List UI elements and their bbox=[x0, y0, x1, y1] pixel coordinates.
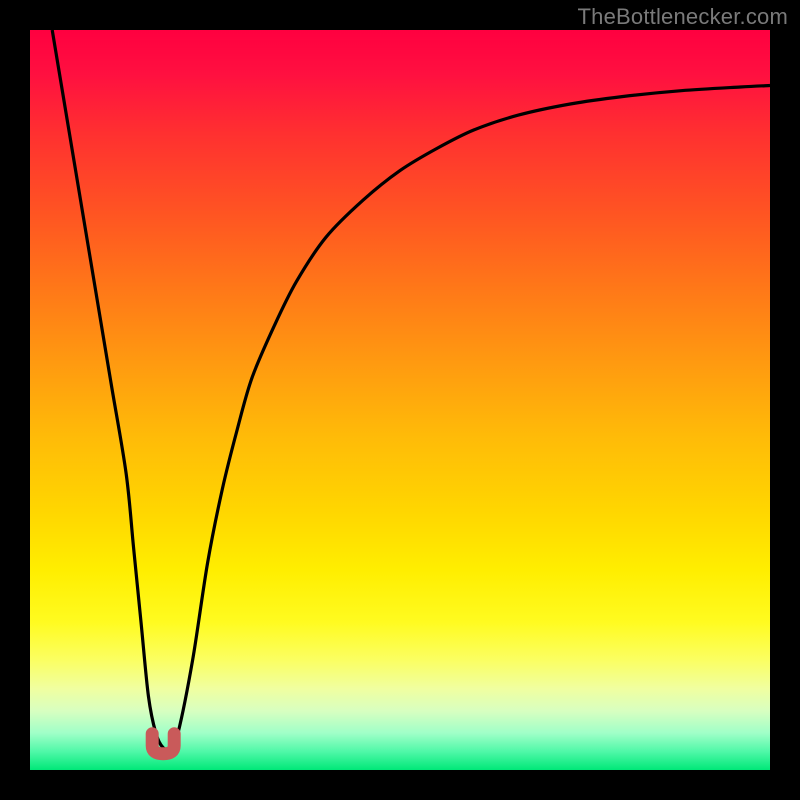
chart-frame: TheBottlenecker.com bbox=[0, 0, 800, 800]
curve-path bbox=[52, 30, 770, 750]
bottleneck-curve bbox=[30, 30, 770, 770]
minimum-marker bbox=[152, 734, 174, 754]
watermark-text: TheBottlenecker.com bbox=[578, 4, 788, 30]
plot-area bbox=[30, 30, 770, 770]
